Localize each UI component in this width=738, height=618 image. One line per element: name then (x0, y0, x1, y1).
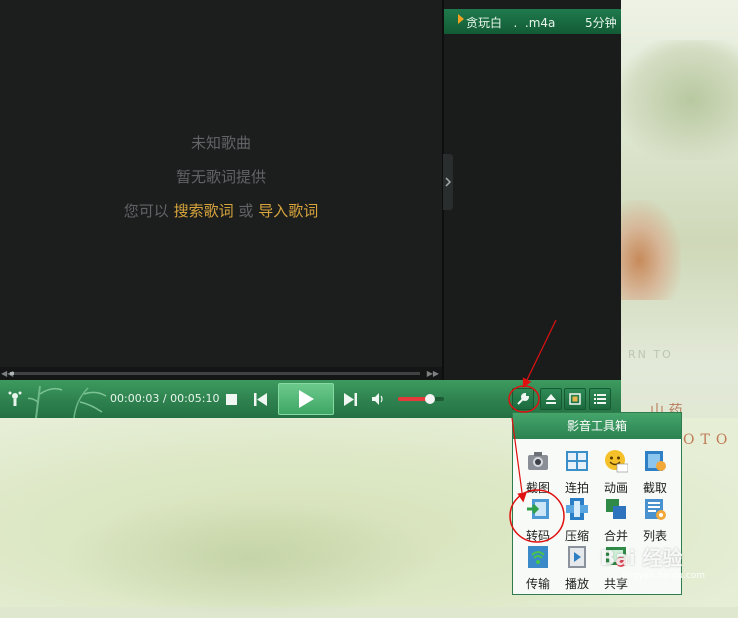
playlist-item[interactable]: 贪玩白 . .m4a 5分钟 (444, 9, 621, 34)
tool-burst-capture[interactable]: 连拍 (557, 449, 597, 495)
grid-capture-icon (566, 451, 588, 471)
lyric-hint: 您可以 搜索歌词 或 导入歌词 (0, 200, 442, 221)
tool-screenshot[interactable]: 截图 (518, 449, 558, 495)
tool-animation[interactable]: 动画 (596, 449, 636, 495)
skip-next-icon (343, 392, 357, 406)
play-button[interactable] (278, 383, 334, 415)
lyric-no-lyrics-text: 暂无歌词提供 (175, 168, 266, 186)
tool-label: 截图 (525, 481, 550, 495)
app-logo-icon[interactable] (6, 390, 24, 408)
tool-compress[interactable]: 压缩 (557, 497, 597, 543)
list-settings-icon (645, 499, 666, 520)
bamboo-decoration-icon (28, 385, 107, 418)
play-file-icon (568, 546, 586, 568)
previous-track-button[interactable] (252, 391, 268, 407)
lyric-hint-or: 或 (238, 202, 254, 220)
watermark-url: jingyan.baidu.com (622, 571, 706, 581)
background-text-small: RN TO (628, 348, 673, 361)
compress-icon (566, 498, 588, 520)
tool-playlist[interactable]: 列表 (635, 497, 675, 543)
tool-play[interactable]: 播放 (557, 545, 597, 591)
mute-button[interactable] (371, 391, 387, 407)
tool-merge[interactable]: 合并 (596, 497, 636, 543)
toolbox-title: 影音工具箱 (513, 413, 681, 439)
eject-icon (546, 394, 556, 404)
picture-frame-icon (569, 393, 581, 405)
seek-end-icon: ▶▶ (426, 369, 439, 378)
seek-progress-fill (10, 372, 15, 375)
tool-clip[interactable]: 截取 (635, 449, 675, 495)
camera-icon (528, 452, 548, 470)
seek-bar[interactable]: ◀◀ ▶▶ (0, 367, 442, 380)
tool-transcode[interactable]: 转码 (518, 497, 558, 543)
play-icon (299, 390, 314, 408)
tool-label: 连拍 (564, 481, 589, 495)
toolbox-button[interactable] (512, 388, 534, 410)
tool-label: 播放 (564, 577, 589, 591)
skin-button[interactable] (564, 388, 586, 410)
tool-label: 压缩 (564, 529, 589, 543)
playlist-panel: 贪玩白 . .m4a 5分钟 (444, 0, 621, 380)
lyric-song-title: 未知歌曲 (190, 134, 251, 152)
lyric-hint-prefix: 您可以 (123, 202, 169, 220)
tool-label: 截取 (642, 481, 667, 495)
list-icon (594, 394, 606, 404)
speaker-icon (372, 393, 383, 405)
film-cut-icon (645, 451, 666, 471)
convert-icon (527, 499, 549, 519)
volume-slider[interactable] (398, 394, 444, 404)
stop-icon (225, 393, 237, 405)
tool-label: 转码 (525, 529, 550, 543)
import-lyrics-link[interactable]: 导入歌词 (258, 202, 318, 220)
time-display: 00:00:03 / 00:05:10 (110, 392, 220, 405)
stop-button[interactable] (224, 392, 238, 406)
search-lyrics-link[interactable]: 搜索歌词 (174, 202, 234, 220)
watermark-brand: Bai 经验 (600, 546, 683, 570)
merge-icon (606, 499, 626, 519)
wrench-icon (517, 393, 529, 405)
tool-label: 传输 (525, 577, 550, 591)
playlist-toggle-button[interactable] (589, 388, 611, 410)
playlist-item-duration: 5分钟 (585, 16, 617, 30)
skip-previous-icon (253, 392, 267, 406)
tool-transfer[interactable]: 传输 (518, 545, 558, 591)
lyric-panel: 未知歌曲 暂无歌词提供 您可以 搜索歌词 或 导入歌词 (0, 0, 442, 367)
wifi-transfer-icon (528, 546, 548, 568)
volume-slider-knob[interactable] (425, 394, 436, 404)
seek-track[interactable] (10, 372, 420, 375)
next-track-button[interactable] (342, 391, 358, 407)
tool-label: 动画 (603, 481, 628, 495)
background-text-latin: OTO (683, 432, 734, 448)
now-playing-marker-icon (458, 14, 464, 24)
playlist-item-name: 贪玩白 . .m4a (466, 16, 556, 30)
gif-smiley-icon (605, 450, 629, 473)
eject-button[interactable] (540, 388, 562, 410)
collapse-panel-chevron-icon[interactable] (443, 154, 453, 210)
